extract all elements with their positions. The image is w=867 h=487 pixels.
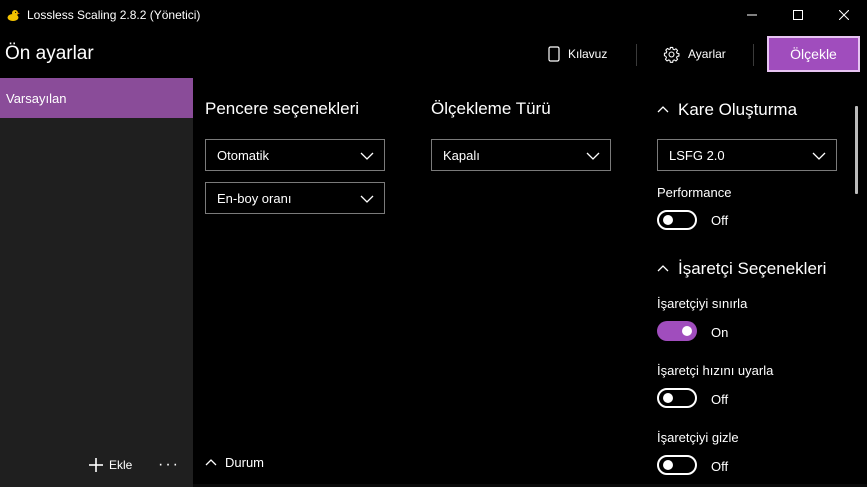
scaling-type-dropdown[interactable]: Kapalı bbox=[431, 139, 611, 171]
gear-icon bbox=[663, 46, 680, 63]
maximize-button[interactable] bbox=[775, 0, 821, 30]
settings-label: Ayarlar bbox=[688, 47, 726, 61]
hide-cursor-state: Off bbox=[711, 459, 729, 474]
aspect-ratio-dropdown[interactable]: En-boy oranı bbox=[205, 182, 385, 214]
scaling-type-value: Kapalı bbox=[443, 147, 480, 163]
preset-sidebar: Varsayılan Ekle ··· bbox=[0, 78, 193, 487]
chevron-down-icon bbox=[360, 195, 374, 203]
scrollbar-thumb[interactable] bbox=[855, 106, 858, 194]
chevron-up-icon bbox=[657, 106, 669, 113]
clip-cursor-label: İşaretçiyi sınırla bbox=[657, 296, 748, 311]
adjust-cursor-speed-state: Off bbox=[711, 392, 729, 407]
guide-label: Kılavuz bbox=[568, 47, 608, 61]
window-controls bbox=[729, 0, 867, 30]
chevron-up-icon bbox=[657, 265, 669, 272]
more-options-button[interactable]: ··· bbox=[158, 451, 180, 479]
frame-gen-dropdown[interactable]: LSFG 2.0 bbox=[657, 139, 837, 171]
minimize-button[interactable] bbox=[729, 0, 775, 30]
hide-cursor-toggle[interactable] bbox=[657, 455, 697, 475]
aspect-ratio-value: En-boy oranı bbox=[217, 190, 292, 206]
sidebar-item-label: Varsayılan bbox=[6, 90, 67, 106]
window-mode-dropdown[interactable]: Otomatik bbox=[205, 139, 385, 171]
close-button[interactable] bbox=[821, 0, 867, 30]
cursor-options-title: İşaretçi Seçenekleri bbox=[678, 259, 827, 278]
window-mode-value: Otomatik bbox=[217, 147, 270, 163]
sidebar-footer: Ekle ··· bbox=[0, 451, 193, 479]
window-options-title: Pencere seçenekleri bbox=[205, 99, 360, 118]
document-icon bbox=[548, 46, 560, 62]
chevron-down-icon bbox=[360, 152, 374, 160]
sidebar-item-default[interactable]: Varsayılan bbox=[0, 78, 193, 118]
window-title: Lossless Scaling 2.8.2 (Yönetici) bbox=[27, 8, 201, 22]
minimize-icon bbox=[747, 14, 757, 16]
toggle-knob bbox=[663, 460, 673, 470]
guide-button[interactable]: Kılavuz bbox=[548, 42, 607, 66]
chevron-down-icon bbox=[812, 152, 826, 160]
clip-cursor-state: On bbox=[711, 325, 729, 340]
performance-state: Off bbox=[711, 213, 729, 228]
toggle-knob bbox=[663, 215, 673, 225]
add-label: Ekle bbox=[109, 458, 133, 472]
plus-icon bbox=[89, 458, 103, 472]
maximize-icon bbox=[793, 10, 803, 20]
page-title: Ön ayarlar bbox=[5, 43, 94, 64]
status-expander[interactable]: Durum bbox=[205, 455, 264, 470]
toggle-knob bbox=[682, 326, 692, 336]
adjust-cursor-speed-label: İşaretçi hızını uyarla bbox=[657, 363, 774, 378]
close-icon bbox=[839, 10, 849, 20]
cursor-options-expander[interactable]: İşaretçi Seçenekleri bbox=[657, 259, 826, 279]
toggle-knob bbox=[663, 393, 673, 403]
frame-gen-expander[interactable]: Kare Oluşturma bbox=[657, 100, 797, 120]
adjust-cursor-speed-toggle[interactable] bbox=[657, 388, 697, 408]
frame-gen-title: Kare Oluşturma bbox=[678, 100, 798, 119]
header-divider bbox=[753, 44, 754, 66]
scaling-type-title: Ölçekleme Türü bbox=[431, 99, 551, 118]
clip-cursor-toggle[interactable] bbox=[657, 321, 697, 341]
hide-cursor-label: İşaretçiyi gizle bbox=[657, 430, 739, 445]
duck-icon bbox=[7, 10, 20, 21]
scale-button[interactable]: Ölçekle bbox=[767, 36, 860, 72]
frame-gen-value: LSFG 2.0 bbox=[669, 147, 725, 163]
header-divider bbox=[636, 44, 637, 66]
title-bar: Lossless Scaling 2.8.2 (Yönetici) bbox=[0, 0, 867, 30]
chevron-down-icon bbox=[586, 152, 600, 160]
performance-label: Performance bbox=[657, 185, 732, 200]
status-label: Durum bbox=[225, 455, 265, 470]
settings-button[interactable]: Ayarlar bbox=[663, 42, 726, 66]
chevron-up-icon bbox=[205, 458, 217, 465]
add-preset-button[interactable]: Ekle bbox=[88, 451, 132, 479]
performance-toggle[interactable] bbox=[657, 210, 697, 230]
